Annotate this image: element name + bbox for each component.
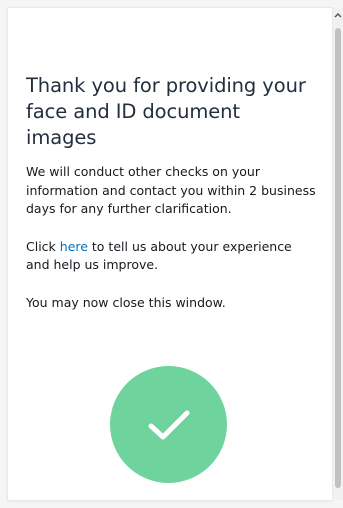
feedback-link[interactable]: here bbox=[60, 239, 88, 254]
verification-complete-window: Thank you for providing your face and ID… bbox=[8, 8, 332, 500]
vertical-scrollbar[interactable] bbox=[333, 8, 343, 500]
confirmation-content: Thank you for providing your face and ID… bbox=[26, 73, 316, 312]
success-badge bbox=[110, 366, 227, 483]
page-title: Thank you for providing your face and ID… bbox=[26, 74, 306, 149]
check-icon bbox=[148, 410, 189, 439]
chevron-up-icon[interactable] bbox=[334, 12, 342, 18]
feedback-message: Click here to tell us about your experie… bbox=[26, 238, 316, 275]
checks-message: We will conduct other checks on your inf… bbox=[26, 164, 316, 216]
scrollbar-thumb[interactable] bbox=[335, 28, 341, 488]
feedback-prefix: Click bbox=[26, 238, 60, 254]
close-window-note: You may now close this window. bbox=[26, 294, 226, 310]
